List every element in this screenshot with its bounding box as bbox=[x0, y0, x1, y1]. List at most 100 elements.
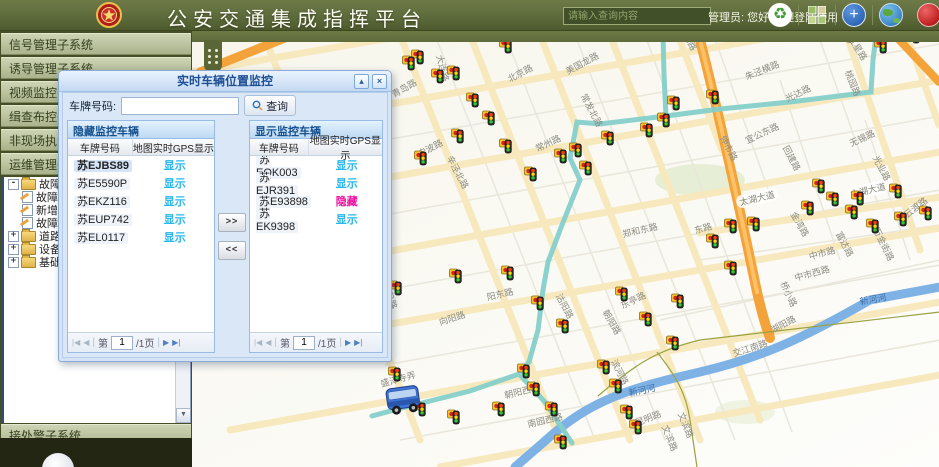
traffic-signal-icon[interactable] bbox=[609, 378, 622, 395]
last-page-icon[interactable]: ▶| bbox=[354, 338, 362, 347]
traffic-signal-icon[interactable] bbox=[889, 183, 902, 200]
prev-page-icon[interactable]: ◀ bbox=[83, 338, 89, 347]
expand-toggle-icon[interactable]: + bbox=[8, 231, 19, 242]
traffic-signal-icon[interactable] bbox=[866, 218, 879, 235]
traffic-signal-icon[interactable] bbox=[747, 216, 760, 233]
gps-toggle-link[interactable]: 显示 bbox=[311, 211, 382, 227]
gps-toggle-link[interactable]: 显示 bbox=[136, 229, 214, 245]
traffic-signal-icon[interactable] bbox=[451, 128, 464, 145]
move-right-button[interactable]: >> bbox=[218, 213, 246, 232]
traffic-signal-icon[interactable] bbox=[554, 148, 567, 165]
hidden-row-3[interactable]: 苏EUP742显示 bbox=[68, 210, 214, 228]
traffic-signal-icon[interactable] bbox=[492, 401, 505, 418]
traffic-signal-icon[interactable] bbox=[402, 55, 415, 72]
traffic-signal-icon[interactable] bbox=[431, 68, 444, 85]
traffic-signal-icon[interactable] bbox=[640, 122, 653, 139]
folder-icon bbox=[21, 231, 36, 242]
traffic-signal-icon[interactable] bbox=[894, 211, 907, 228]
next-page-icon[interactable]: ▶ bbox=[345, 338, 351, 347]
shown-vehicles-panel: 显示监控车辆 车牌号码 地图实时GPS显示 苏EQK003显示苏EJR391显示… bbox=[249, 120, 383, 353]
traffic-signal-icon[interactable] bbox=[579, 160, 592, 177]
vehicle-monitor-dialog: 实时车辆位置监控 ▴ × 车牌号码: 查询 隐藏监控车 bbox=[58, 70, 392, 362]
gps-toggle-link[interactable]: 显示 bbox=[136, 211, 214, 227]
move-left-button[interactable]: << bbox=[218, 241, 246, 260]
traffic-signal-icon[interactable] bbox=[569, 142, 582, 159]
close-icon[interactable]: × bbox=[372, 74, 387, 89]
next-page-icon[interactable]: ▶ bbox=[163, 338, 169, 347]
recycle-icon[interactable]: ♻ bbox=[767, 2, 793, 28]
traffic-signal-icon[interactable] bbox=[554, 434, 567, 451]
hidden-row-0[interactable]: 苏EJBS89显示 bbox=[68, 156, 214, 174]
traffic-signal-icon[interactable] bbox=[671, 293, 684, 310]
gps-toggle-link[interactable]: 显示 bbox=[136, 175, 214, 191]
shown-row-3[interactable]: 苏EK9398显示 bbox=[250, 210, 382, 228]
zoom-plus-icon[interactable]: + bbox=[841, 2, 867, 28]
dialog-titlebar[interactable]: 实时车辆位置监控 ▴ × bbox=[59, 71, 391, 92]
traffic-signal-icon[interactable] bbox=[706, 89, 719, 106]
traffic-signal-icon[interactable] bbox=[447, 409, 460, 426]
traffic-signal-icon[interactable] bbox=[639, 311, 652, 328]
collapse-icon[interactable]: ▴ bbox=[354, 74, 369, 89]
shown-panel-pager: |◀◀|第/1页|▶▶| bbox=[250, 332, 382, 352]
first-page-icon[interactable]: |◀ bbox=[254, 338, 262, 347]
traffic-signal-icon[interactable] bbox=[801, 200, 814, 217]
expand-toggle-icon[interactable]: + bbox=[8, 257, 19, 268]
page-number-input[interactable] bbox=[293, 336, 315, 350]
traffic-signal-icon[interactable] bbox=[601, 130, 614, 147]
pager-separator: | bbox=[339, 337, 342, 348]
page-number-input[interactable] bbox=[111, 336, 133, 350]
traffic-signal-icon[interactable] bbox=[724, 218, 737, 235]
traffic-signal-icon[interactable] bbox=[629, 419, 642, 436]
traffic-signal-icon[interactable] bbox=[501, 265, 514, 282]
traffic-signal-icon[interactable] bbox=[667, 95, 680, 112]
search-button[interactable]: 查询 bbox=[244, 95, 296, 116]
plate-number: 苏EK9398 bbox=[250, 205, 311, 233]
gps-toggle-link[interactable]: 隐藏 bbox=[311, 193, 382, 209]
traffic-signal-icon[interactable] bbox=[826, 191, 839, 208]
last-page-icon[interactable]: ▶| bbox=[172, 338, 180, 347]
traffic-signal-icon[interactable] bbox=[657, 112, 670, 129]
shown-row-1[interactable]: 苏EJR391显示 bbox=[250, 174, 382, 192]
first-page-icon[interactable]: |◀ bbox=[72, 338, 80, 347]
traffic-signal-icon[interactable] bbox=[466, 92, 479, 109]
globe-icon[interactable] bbox=[878, 2, 904, 28]
traffic-signal-icon[interactable] bbox=[499, 138, 512, 155]
traffic-signal-icon[interactable] bbox=[556, 318, 569, 335]
gps-toggle-link[interactable]: 显示 bbox=[136, 157, 214, 173]
expand-toggle-icon[interactable]: + bbox=[8, 244, 19, 255]
gps-toggle-link[interactable]: 显示 bbox=[136, 193, 214, 209]
hidden-row-4[interactable]: 苏EL0117显示 bbox=[68, 228, 214, 246]
traffic-signal-icon[interactable] bbox=[851, 190, 864, 207]
traffic-signal-icon[interactable] bbox=[724, 260, 737, 277]
hidden-row-1[interactable]: 苏E5590P显示 bbox=[68, 174, 214, 192]
traffic-signal-icon[interactable] bbox=[919, 205, 932, 222]
traffic-signal-icon[interactable] bbox=[545, 401, 558, 418]
map-tiles-icon[interactable] bbox=[804, 2, 830, 28]
traffic-signal-icon[interactable] bbox=[482, 110, 495, 127]
gps-toggle-link[interactable]: 显示 bbox=[311, 175, 382, 191]
gps-toggle-link[interactable]: 显示 bbox=[311, 157, 382, 173]
search-icon bbox=[252, 100, 263, 111]
hidden-row-2[interactable]: 苏EKZ116显示 bbox=[68, 192, 214, 210]
traffic-signal-icon[interactable] bbox=[597, 359, 610, 376]
traffic-signal-icon[interactable] bbox=[531, 295, 544, 312]
traffic-signal-icon[interactable] bbox=[666, 335, 679, 352]
traffic-signal-icon[interactable] bbox=[517, 363, 530, 380]
plate-input[interactable] bbox=[121, 97, 239, 115]
traffic-signal-icon[interactable] bbox=[449, 268, 462, 285]
traffic-signal-icon[interactable] bbox=[524, 166, 537, 183]
traffic-signal-icon[interactable] bbox=[812, 178, 825, 195]
alert-icon[interactable] bbox=[910, 2, 936, 28]
traffic-signal-icon[interactable] bbox=[706, 233, 719, 250]
traffic-signal-icon[interactable] bbox=[615, 286, 628, 303]
scrollbar-down-arrow[interactable]: ▼ bbox=[176, 408, 191, 423]
collapse-toggle-icon[interactable]: - bbox=[8, 179, 19, 190]
sidebar-menu-0[interactable]: 信号管理子系统 bbox=[1, 33, 191, 55]
tracked-vehicle-icon[interactable] bbox=[381, 378, 428, 419]
traffic-signal-icon[interactable] bbox=[447, 65, 460, 82]
panel-grip-handle[interactable] bbox=[204, 40, 222, 72]
header-search-input[interactable] bbox=[563, 7, 711, 25]
traffic-signal-icon[interactable] bbox=[414, 150, 427, 167]
prev-page-icon[interactable]: ◀ bbox=[265, 338, 271, 347]
traffic-signal-icon[interactable] bbox=[527, 381, 540, 398]
